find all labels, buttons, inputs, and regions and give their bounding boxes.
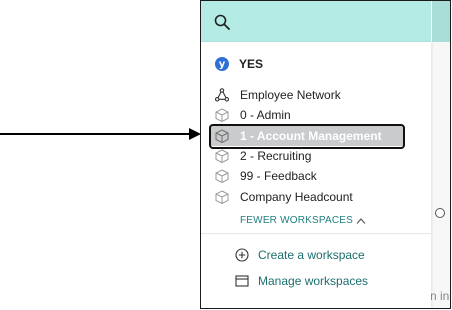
workspace-label: 99 - Feedback xyxy=(240,169,317,183)
manage-workspaces-label: Manage workspaces xyxy=(258,274,369,288)
window-icon xyxy=(235,274,249,288)
search-icon[interactable] xyxy=(214,14,230,30)
menu-divider xyxy=(201,233,431,234)
background-radio xyxy=(435,208,445,218)
network-icon xyxy=(215,88,229,102)
org-header[interactable]: y YES xyxy=(215,56,263,72)
workspace-label: 0 - Admin xyxy=(240,108,291,122)
org-logo-icon: y xyxy=(215,57,229,71)
manage-workspaces-button[interactable]: Manage workspaces xyxy=(235,272,368,290)
create-workspace-label: Create a workspace xyxy=(258,248,365,262)
cube-icon xyxy=(215,149,229,163)
workspace-label: Company Headcount xyxy=(240,190,353,204)
workspace-item-employee-network[interactable]: Employee Network xyxy=(209,85,404,105)
workspace-label: Employee Network xyxy=(240,88,341,102)
workspace-item-admin[interactable]: 0 - Admin xyxy=(209,105,404,125)
workspace-item-feedback[interactable]: 99 - Feedback xyxy=(209,166,404,186)
workspace-menu: y YES Employee Network 0 - Admin 1 - Acc… xyxy=(201,42,431,308)
chevron-up-icon xyxy=(356,217,366,224)
workspace-switcher-panel: n inc y YES Employee Network xyxy=(200,0,451,309)
background-header xyxy=(432,1,450,42)
org-name: YES xyxy=(239,57,264,71)
annotation-arrow-line xyxy=(0,133,190,135)
workspace-item-recruiting[interactable]: 2 - Recruiting xyxy=(209,146,404,166)
cube-icon xyxy=(215,190,229,204)
workspace-label: 2 - Recruiting xyxy=(240,149,312,163)
fewer-workspaces-toggle[interactable]: FEWER WORKSPACES xyxy=(240,215,366,226)
fewer-workspaces-label: FEWER WORKSPACES xyxy=(240,215,354,226)
create-workspace-button[interactable]: Create a workspace xyxy=(235,246,365,264)
cube-icon xyxy=(215,169,229,183)
search-bar[interactable] xyxy=(201,1,431,42)
workspace-item-company-headcount[interactable]: Company Headcount xyxy=(209,187,404,207)
plus-circle-icon xyxy=(235,248,249,262)
background-text: n inc xyxy=(430,289,450,303)
background-page xyxy=(432,1,450,308)
cube-icon xyxy=(215,108,229,122)
